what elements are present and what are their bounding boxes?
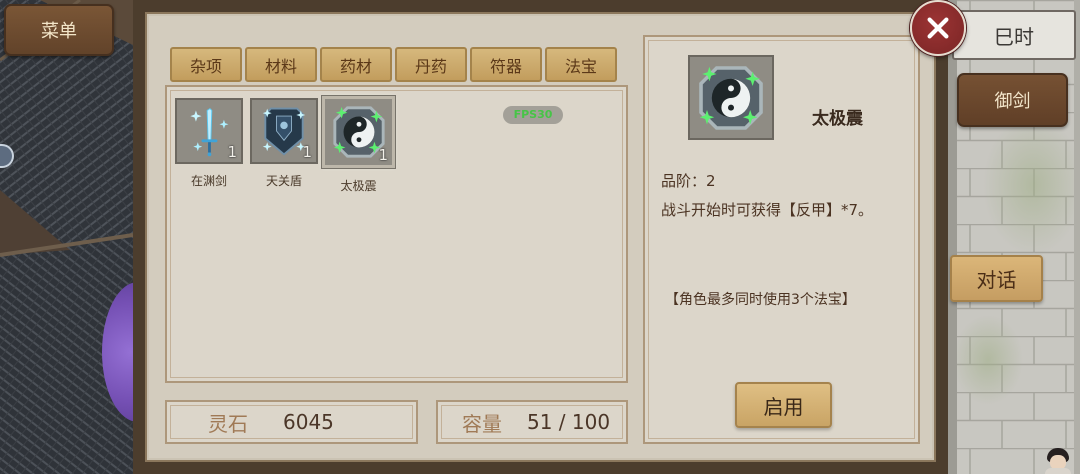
tab-herbs[interactable]: 药材	[320, 47, 392, 82]
item-slot-selected[interactable]: 1	[322, 96, 395, 168]
close-button[interactable]	[910, 0, 966, 56]
stone-wall-background	[948, 0, 1080, 474]
equip-button-label: 启用	[763, 394, 804, 419]
character-sprite	[1041, 448, 1075, 474]
tab-label: 材料	[264, 56, 297, 76]
capacity-label: 容量	[462, 411, 502, 436]
purple-portal-glow	[102, 282, 174, 422]
time-display-button[interactable]: 巳时	[952, 10, 1076, 60]
item-slot[interactable]: 1	[250, 98, 318, 164]
detail-item-icon-box	[688, 55, 774, 140]
detail-equip-limit-note: 【角色最多同时使用3个法宝】	[665, 292, 856, 308]
item-count: 1	[302, 143, 312, 161]
menu-button[interactable]: 菜单	[4, 4, 114, 56]
capacity-value: 51 / 100	[527, 410, 611, 434]
fly-sword-label: 御剑	[994, 91, 1031, 112]
item-name: 天关盾	[265, 174, 302, 188]
character-body	[1045, 468, 1071, 474]
tab-talismans[interactable]: 符器	[470, 47, 542, 82]
taiji-icon	[699, 65, 763, 130]
time-label: 巳时	[994, 24, 1034, 49]
spirit-stone-box: 灵石 6045	[165, 400, 418, 444]
tab-label: 杂项	[189, 56, 222, 76]
spirit-stone-value: 6045	[283, 410, 334, 434]
detail-item-name: 太极震	[812, 109, 863, 129]
tab-label: 法宝	[564, 56, 597, 76]
tab-label: 药材	[339, 56, 372, 76]
spirit-stone-label: 灵石	[208, 411, 248, 436]
item-name: 太极震	[340, 179, 377, 193]
tab-label: 丹药	[414, 56, 447, 76]
item-slot[interactable]: 1	[175, 98, 243, 164]
talk-button[interactable]: 对话	[950, 255, 1043, 302]
tab-label: 符器	[489, 56, 522, 76]
item-count: 1	[227, 143, 237, 161]
tab-misc[interactable]: 杂项	[170, 47, 242, 82]
detail-item-effect: 战斗开始时可获得【反甲】*7。	[661, 201, 874, 219]
menu-button-label: 菜单	[41, 21, 77, 42]
tab-pills[interactable]: 丹药	[395, 47, 467, 82]
close-icon	[927, 17, 949, 39]
tab-treasures[interactable]: 法宝	[545, 47, 617, 82]
equip-button[interactable]: 启用	[735, 382, 832, 428]
item-count: 1	[378, 146, 388, 164]
fps-badge: FPS30	[503, 106, 563, 124]
talk-label: 对话	[976, 268, 1017, 292]
category-tabs: 杂项 材料 药材 丹药 符器 法宝	[170, 47, 620, 82]
detail-item-grade: 品阶：2	[661, 172, 716, 190]
item-name: 在渊剑	[190, 174, 227, 188]
fly-sword-button[interactable]: 御剑	[957, 73, 1068, 127]
tab-materials[interactable]: 材料	[245, 47, 317, 82]
capacity-box: 容量 51 / 100	[436, 400, 628, 444]
